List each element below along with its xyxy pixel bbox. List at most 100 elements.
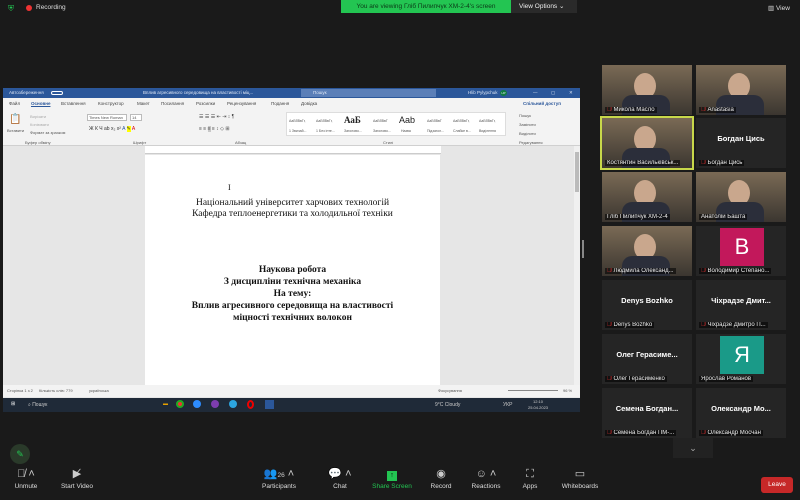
shield-icon[interactable]: ⛨ — [8, 4, 14, 14]
style-sample[interactable]: АаБбВвГ — [427, 119, 442, 123]
tab-mailings[interactable]: Розсилки — [196, 101, 215, 106]
format-painter-button[interactable]: Формат за зразком — [30, 130, 65, 135]
pen-icon[interactable]: ✎ — [10, 444, 30, 464]
start-video-button[interactable]: ▶̸ Start Video — [47, 465, 107, 490]
document-page[interactable]: I Національний університет харчових техн… — [145, 155, 440, 385]
ruler[interactable] — [145, 146, 441, 154]
style-label: Підзагол... — [427, 129, 444, 133]
maximize-icon[interactable]: ▢ — [551, 88, 555, 98]
page-count[interactable]: Сторінка 1 з 2 — [7, 388, 33, 393]
participant-tile[interactable]: 🎙̸ Людмила Олександ... — [602, 226, 692, 276]
muted-mic-icon: 🎙̸ — [607, 376, 612, 382]
participant-tile[interactable]: Олександр Мо... 🎙̸ Олександр Мосчан — [696, 388, 786, 438]
clock-time[interactable]: 12:10 — [533, 399, 543, 404]
minimize-icon[interactable]: — — [533, 88, 538, 98]
style-sample[interactable]: АаБбВвГ — [373, 119, 388, 123]
focus-button[interactable]: Фокусування — [438, 388, 462, 393]
meeting-toolbar: 🎙̸ ˄ Unmute ▶̸ Start Video 👥26 ˄ Participan… — [0, 465, 800, 500]
recording-label[interactable]: Recording — [36, 4, 66, 11]
opera-icon[interactable] — [247, 400, 254, 409]
tab-help[interactable]: Довідка — [301, 101, 317, 106]
style-sample[interactable]: Аab — [399, 115, 415, 125]
cut-button[interactable]: Вирізати — [30, 114, 46, 119]
telegram-icon[interactable] — [229, 400, 237, 408]
style-sample[interactable]: АаБбВвГг, — [479, 119, 496, 123]
style-sample[interactable]: АаБ — [344, 115, 361, 125]
participants-button[interactable]: 👥26 ˄ Participants — [249, 465, 309, 490]
word-icon[interactable] — [265, 400, 274, 409]
weather[interactable]: 9°C Cloudy — [435, 402, 460, 408]
participant-display-name: Семена Богдан... — [615, 404, 679, 413]
participant-tile[interactable]: Костянтин Васильківськ... — [600, 116, 694, 170]
word-count[interactable]: Кількість слів: 779 — [39, 388, 73, 393]
view-button[interactable]: ▥ View — [768, 4, 790, 12]
tab-references[interactable]: Посилання — [161, 101, 184, 106]
clock-date[interactable]: 25.04.2023 — [528, 405, 548, 410]
participant-display-name: Олександр Мо... — [711, 404, 771, 413]
zoom-slider[interactable] — [508, 390, 558, 391]
muted-mic-icon: 🎙̸ — [607, 430, 612, 436]
participant-tile[interactable]: Олег Герасиме... 🎙̸ Олег Герасименко — [602, 334, 692, 384]
copy-button[interactable]: Копіювати — [30, 122, 49, 127]
tab-insert[interactable]: Вставлення — [61, 101, 86, 106]
font-size-select[interactable]: 14 — [130, 114, 142, 121]
start-icon[interactable]: ⊞ — [11, 401, 15, 407]
paste-button[interactable]: Вставити — [7, 128, 24, 133]
font-name-select[interactable]: Times New Roman — [87, 114, 127, 121]
leave-button[interactable]: Leave — [761, 477, 793, 493]
vertical-scrollbar[interactable] — [574, 146, 580, 385]
participant-name-label: 🎙̸ Олег Герасименко — [605, 376, 667, 382]
chrome-icon[interactable] — [176, 400, 184, 408]
style-sample[interactable]: АаБбВвГг, — [316, 119, 333, 123]
participant-tile[interactable]: Семена Богдан... 🎙̸ Семена Богдан ПМ-... — [602, 388, 692, 438]
whiteboards-button[interactable]: ▭ Whiteboards — [550, 465, 610, 490]
explorer-icon[interactable]: ▬ — [163, 401, 168, 407]
participant-display-name: Богдан Цись — [717, 134, 765, 143]
select-button[interactable]: Виділити — [519, 131, 536, 136]
gallery-next-button[interactable]: ⌄ — [673, 438, 713, 458]
participant-name: Олександр Мосчан — [707, 430, 761, 436]
participant-tile[interactable]: Гліб Пилипчук ХМ-2-4 — [602, 172, 692, 222]
viber-icon[interactable] — [211, 400, 219, 408]
user-avatar[interactable]: HP — [500, 90, 507, 96]
paste-icon[interactable]: 📋 — [9, 114, 21, 125]
style-sample[interactable]: АаБбВвГг, — [453, 119, 470, 123]
style-label: Назва — [401, 129, 411, 133]
style-label: Виділення — [479, 129, 496, 133]
input-language[interactable]: УКР — [503, 402, 512, 408]
tab-design[interactable]: Конструктор — [98, 101, 124, 106]
tab-file[interactable]: Файл — [9, 101, 20, 106]
zoom-icon[interactable] — [193, 400, 201, 408]
taskbar-search[interactable]: ⌕ Пошук — [28, 402, 47, 408]
find-button[interactable]: Пошук — [519, 113, 531, 118]
tab-layout[interactable]: Макет — [137, 101, 150, 106]
chat-button[interactable]: 💬 ˄ Chat — [310, 465, 370, 490]
participant-tile[interactable]: 🎙̸ Anastasia — [696, 65, 786, 115]
apps-label: Apps — [522, 483, 538, 490]
participant-tile[interactable]: Богдан Цись 🎙̸ Богдан Цись — [696, 118, 786, 168]
participant-tile[interactable]: Чіхрадзе Дмит... 🎙̸ Чіхрадзе Дмитро П... — [696, 280, 786, 330]
tab-review[interactable]: Рецензування — [227, 101, 256, 106]
align-buttons[interactable]: ≡ ≡ ≡ ≡ ↕ ◇ ⊞ — [199, 126, 230, 132]
tab-view[interactable]: Подання — [271, 101, 289, 106]
close-icon[interactable]: ✕ — [569, 88, 573, 98]
view-options-button[interactable]: View Options ⌄ — [511, 0, 577, 13]
participant-tile[interactable]: Я Ярослав Романов — [696, 334, 786, 384]
language[interactable]: українська — [89, 388, 109, 393]
zoom-level[interactable]: 96 % — [563, 388, 572, 393]
participant-tile[interactable]: 🎙̸ Микола Масло — [602, 65, 692, 115]
font-format-buttons[interactable]: Ж К Ч ab x₂ x² A ✎ A — [89, 126, 135, 132]
tab-home[interactable]: Основне — [31, 101, 50, 106]
participant-tile[interactable]: B 🎙̸ Володимир Степано... — [696, 226, 786, 276]
replace-button[interactable]: Замінити — [519, 122, 536, 127]
splitter-handle[interactable] — [582, 240, 584, 258]
list-buttons[interactable]: ☰ ☰ ☰ ⇤ ⇥ ↕ ¶ — [199, 114, 234, 120]
participant-tile[interactable]: Анатолій Башта — [696, 172, 786, 222]
share-button[interactable]: Спільний доступ — [523, 101, 561, 106]
search-box[interactable]: Пошук — [301, 89, 436, 97]
participant-tile[interactable]: Denys Bozhko 🎙̸ Denys Bozhko — [602, 280, 692, 330]
ribbon: 📋 Вставити Вирізати Копіювати Формат за … — [3, 110, 580, 146]
muted-mic-icon: 🎙̸ — [701, 268, 706, 274]
autosave-toggle[interactable] — [51, 91, 63, 95]
style-sample[interactable]: АаБбВвГг, — [289, 119, 306, 123]
